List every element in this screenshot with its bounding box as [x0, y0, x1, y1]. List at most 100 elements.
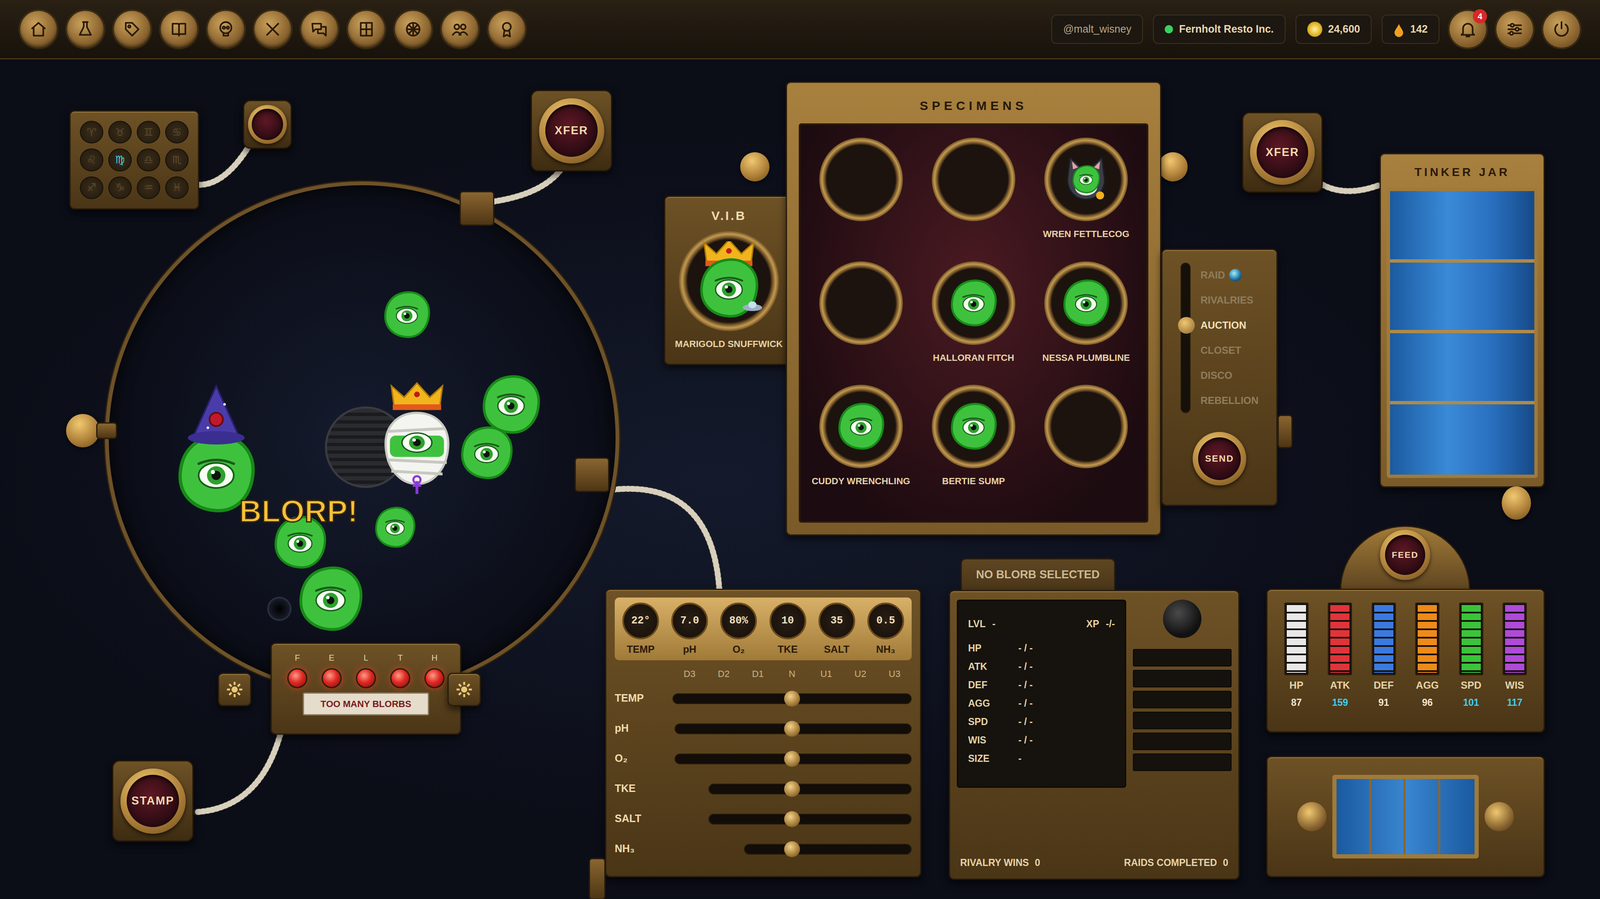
glyph-key[interactable]: ♓	[165, 176, 189, 200]
action-slider-knob[interactable]	[1178, 316, 1195, 334]
slider-track[interactable]	[672, 773, 912, 804]
xfer-button-label: XFER	[554, 122, 588, 140]
specimen-slot[interactable]	[804, 137, 918, 262]
equipment-slot[interactable]	[1132, 669, 1232, 688]
nav-button[interactable]	[66, 10, 104, 48]
nav-button[interactable]	[20, 10, 57, 48]
company-pill[interactable]: Fernholt Resto Inc.	[1152, 14, 1286, 44]
username: @malt_wisney	[1063, 21, 1132, 38]
stat-value: - / -	[1018, 641, 1033, 656]
glyph-key[interactable]: ♊	[136, 120, 161, 144]
blorb[interactable]	[381, 383, 453, 490]
stat-label: WIS	[968, 733, 1006, 748]
glyph-key[interactable]: ♋	[165, 120, 189, 144]
xfer-button[interactable]: XFER	[530, 89, 613, 172]
gear-knob[interactable]	[447, 672, 481, 707]
specimen-slot[interactable]: HALLORAN FITCH	[917, 261, 1030, 386]
glyph-key[interactable]: ♎	[136, 148, 161, 172]
slider-knob[interactable]	[784, 751, 800, 767]
jar-valve[interactable]	[1501, 486, 1531, 520]
glyph-key[interactable]: ♉	[108, 120, 132, 144]
blorb[interactable]	[373, 505, 417, 550]
glyph: ♓	[171, 179, 182, 196]
action-item[interactable]: AUCTION	[1200, 312, 1259, 338]
action-item[interactable]: DISCO	[1200, 362, 1259, 389]
equipment-slot[interactable]	[1132, 690, 1232, 709]
window-knob[interactable]	[1484, 802, 1514, 832]
action-slider-track[interactable]	[1180, 262, 1191, 414]
slider-track[interactable]	[672, 683, 912, 714]
gauge-value: 10	[769, 602, 807, 640]
nav-button[interactable]	[347, 10, 385, 48]
stat-bar-fill	[1330, 605, 1350, 673]
nav-button[interactable]	[394, 10, 432, 48]
tank-latch[interactable]	[66, 414, 100, 448]
settings-button[interactable]	[1496, 10, 1534, 48]
window-knob[interactable]	[1297, 802, 1327, 832]
send-button[interactable]: SEND	[1185, 425, 1253, 493]
nav-button[interactable]	[441, 10, 479, 48]
specimen-hinge	[1158, 152, 1188, 182]
nav-button[interactable]	[301, 10, 338, 48]
slider-knob[interactable]	[784, 720, 800, 737]
equipment-slot[interactable]	[1132, 753, 1232, 772]
action-item[interactable]: REBELLION	[1200, 388, 1259, 414]
slider-knob[interactable]	[784, 781, 800, 798]
xp: XP-/-	[1086, 616, 1115, 632]
nav-button[interactable]	[160, 10, 198, 48]
slider-knob[interactable]	[784, 841, 800, 858]
power-button[interactable]	[1543, 10, 1580, 48]
action-item[interactable]: RAID	[1200, 262, 1259, 288]
nav-button[interactable]	[207, 10, 245, 48]
specimen-slot[interactable]: NESSA PLUMBLINE	[1030, 261, 1143, 386]
vib-panel: V.I.BMARIGOLD SNUFFWICK	[664, 195, 794, 366]
stamp-button-label: STAMP	[131, 792, 175, 810]
specimen-slot[interactable]	[804, 261, 918, 386]
stat-bar-label: AGG	[1415, 677, 1439, 693]
glyph-key[interactable]: ♏	[165, 148, 189, 172]
specimen-slot[interactable]: BERTIE SUMP	[917, 384, 1030, 509]
action-item[interactable]: CLOSET	[1200, 337, 1259, 363]
specimen-slot[interactable]: WREN FETTLECOG	[1030, 137, 1143, 262]
slider-groove	[743, 843, 912, 855]
glyph-key[interactable]: ♍	[108, 148, 132, 172]
glyph-key[interactable]: ♌	[79, 148, 104, 172]
slider-knob[interactable]	[784, 811, 800, 828]
nav-button[interactable]	[113, 10, 151, 48]
blorb[interactable]	[479, 373, 543, 437]
specimen-slot[interactable]: CUDDY WRENCHLING	[804, 384, 918, 509]
tank-connector	[459, 191, 495, 226]
equipment-slot[interactable]	[1132, 732, 1232, 751]
glyph-key[interactable]: ♐	[79, 176, 104, 200]
stats-knob[interactable]	[1162, 599, 1202, 639]
slider-track[interactable]	[672, 743, 912, 774]
stat-row: DEF- / -	[968, 676, 1115, 695]
nav-button[interactable]	[254, 10, 292, 48]
slider-knob[interactable]	[784, 690, 800, 707]
specimen-slot[interactable]	[1030, 384, 1143, 509]
slider-track[interactable]	[672, 803, 912, 834]
xfer-button[interactable]: XFER	[1242, 112, 1323, 193]
power-switch[interactable]	[242, 99, 292, 149]
action-item[interactable]: RIVALRIES	[1200, 287, 1259, 313]
feed-button-face: FEED	[1385, 534, 1426, 576]
blorb[interactable]	[458, 424, 515, 482]
gear-knob[interactable]	[217, 672, 252, 707]
user-pill[interactable]: @malt_wisney	[1051, 14, 1143, 44]
vib-slot[interactable]	[678, 230, 780, 332]
lab-canvas: ♈♉♊♋♌♍♎♏♐♑♒♓XFERXFERSTAMPBLORP!FELTHTOO …	[0, 59, 1600, 899]
notifications-button[interactable]: 4	[1449, 10, 1487, 48]
equipment-slot[interactable]	[1132, 649, 1232, 667]
glyph-key[interactable]: ♈	[79, 120, 104, 144]
slider-track[interactable]	[672, 833, 912, 864]
nav-button[interactable]	[488, 10, 526, 48]
feed-button[interactable]: FEED	[1373, 523, 1437, 587]
blorb[interactable]	[381, 289, 432, 340]
slider-track[interactable]	[672, 713, 912, 744]
blorb[interactable]	[296, 564, 366, 634]
glyph-key[interactable]: ♑	[108, 176, 132, 200]
equipment-slot[interactable]	[1132, 711, 1232, 730]
specimen-slot[interactable]	[917, 137, 1030, 262]
stamp-button[interactable]: STAMP	[112, 760, 194, 842]
glyph-key[interactable]: ♒	[136, 176, 161, 200]
